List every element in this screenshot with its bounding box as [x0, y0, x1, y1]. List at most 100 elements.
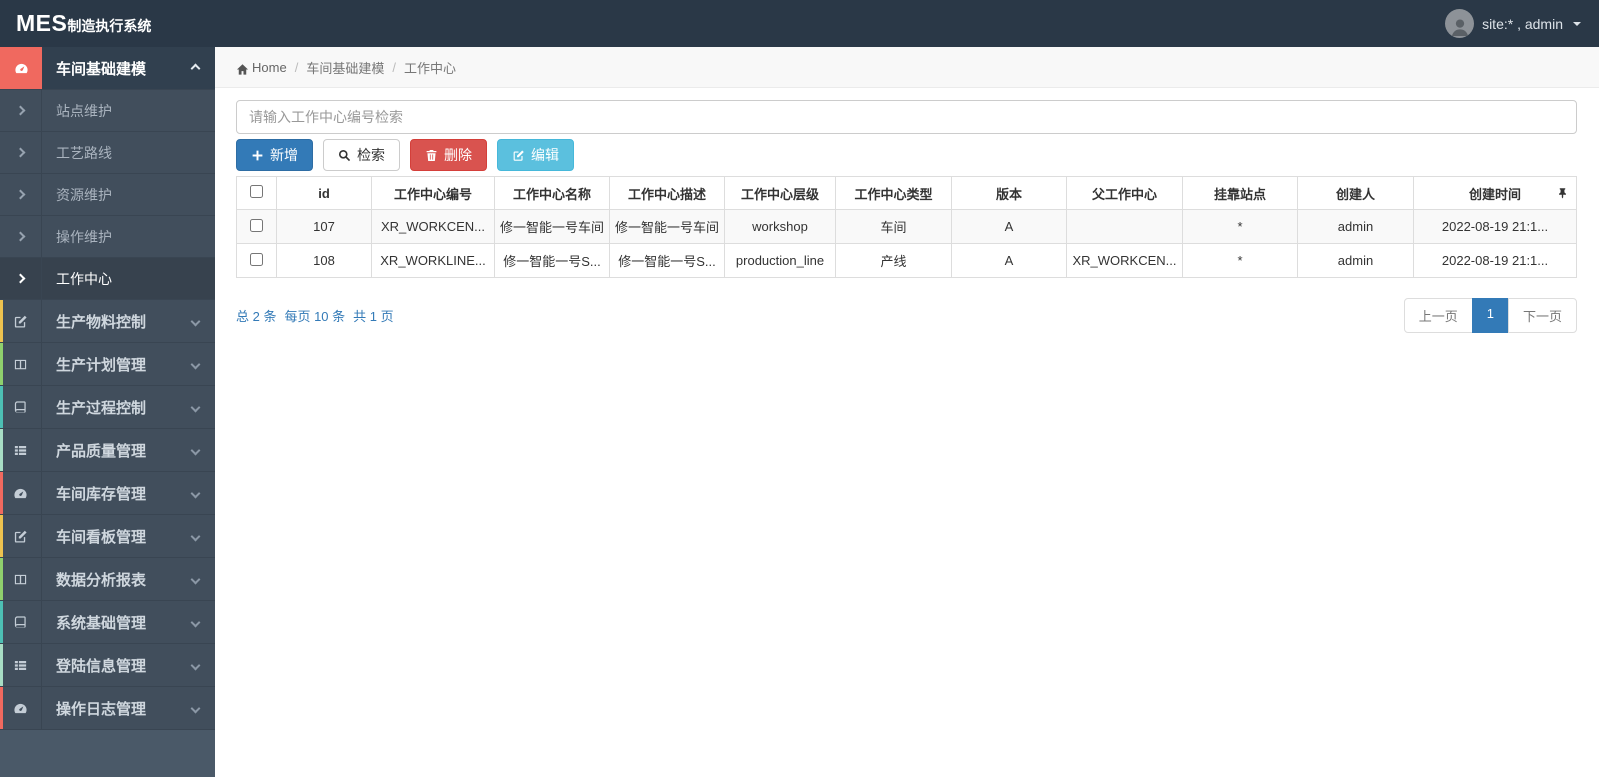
- cell-code: XR_WORKCEN...: [371, 209, 495, 244]
- sidebar-subitem-resource[interactable]: 资源维护: [0, 174, 215, 216]
- user-menu[interactable]: site:* , admin: [1445, 9, 1581, 38]
- angle-right-icon: [0, 174, 42, 215]
- page-size: 每页 10 条: [284, 309, 346, 324]
- cell-parent: XR_WORKCEN...: [1066, 243, 1183, 278]
- angle-right-icon: [0, 216, 42, 257]
- page-count: 共 1 页: [353, 309, 394, 324]
- sidebar-submenu: 站点维护 工艺路线 资源维护 操作维护 工作中心: [0, 90, 215, 300]
- book-icon: [0, 601, 42, 643]
- main-panel: Home / 车间基础建模 / 工作中心 新增 检索: [215, 47, 1599, 777]
- col-header-station[interactable]: 挂靠站点: [1182, 176, 1298, 210]
- sidebar-item-system-management[interactable]: 系统基础管理: [0, 601, 215, 644]
- tachometer-icon: [0, 687, 42, 729]
- app-logo: MES 制造执行系统: [16, 10, 151, 37]
- sidebar-item-analytics-reports[interactable]: 数据分析报表: [0, 558, 215, 601]
- search-input[interactable]: [236, 100, 1577, 134]
- col-header-parent[interactable]: 父工作中心: [1066, 176, 1183, 210]
- chevron-up-icon: [190, 59, 215, 77]
- chevron-down-icon: [190, 355, 215, 373]
- list-icon: [0, 644, 42, 686]
- col-header-code[interactable]: 工作中心编号: [371, 176, 495, 210]
- angle-right-icon: [0, 132, 42, 173]
- breadcrumb-separator: /: [392, 59, 396, 75]
- col-header-desc[interactable]: 工作中心描述: [609, 176, 725, 210]
- table-row[interactable]: 108 XR_WORKLINE... 修一智能一号S... 修一智能一号S...…: [236, 243, 1577, 278]
- pagination: 上一页 1 下一页: [1403, 298, 1577, 333]
- chevron-down-icon: [190, 398, 215, 416]
- sidebar-item-workshop-modeling[interactable]: 车间基础建模: [0, 47, 215, 90]
- sidebar-item-label: 车间库存管理: [56, 485, 147, 503]
- table-header-row: id 工作中心编号 工作中心名称 工作中心描述 工作中心层级 工作中心类型 版本…: [236, 176, 1577, 210]
- person-icon: [1451, 19, 1468, 36]
- sidebar-subitem-workcenter[interactable]: 工作中心: [0, 258, 215, 300]
- row-checkbox[interactable]: [250, 218, 263, 232]
- user-avatar: [1445, 9, 1475, 38]
- sidebar-item-label: 车间看板管理: [56, 528, 147, 546]
- select-all-checkbox[interactable]: [250, 185, 263, 198]
- angle-right-icon: [0, 90, 42, 131]
- chevron-down-icon: [190, 441, 215, 459]
- col-header-id[interactable]: id: [276, 176, 372, 210]
- col-header-created[interactable]: 创建时间: [1413, 176, 1577, 210]
- breadcrumb-home-link[interactable]: Home: [236, 60, 287, 75]
- chevron-down-icon: [190, 484, 215, 502]
- sidebar-item-label: 生产过程控制: [56, 399, 147, 417]
- cell-name: 修一智能一号车间: [494, 209, 610, 244]
- col-header-level[interactable]: 工作中心层级: [724, 176, 836, 210]
- sidebar-item-inventory-management[interactable]: 车间库存管理: [0, 472, 215, 515]
- sidebar-item-label: 操作日志管理: [56, 700, 147, 718]
- cell-level: production_line: [724, 243, 836, 278]
- col-header-creator[interactable]: 创建人: [1297, 176, 1414, 210]
- tachometer-icon: [0, 47, 42, 89]
- chevron-down-icon: [190, 613, 215, 631]
- sidebar-item-quality-management[interactable]: 产品质量管理: [0, 429, 215, 472]
- cell-station: *: [1182, 243, 1298, 278]
- sidebar-item-label: 生产物料控制: [56, 313, 147, 331]
- sidebar-subitem-label: 工作中心: [56, 270, 112, 287]
- prev-page-button[interactable]: 上一页: [1403, 298, 1473, 333]
- search-icon: [338, 149, 351, 161]
- cell-creator: admin: [1297, 209, 1414, 244]
- mes-app: MES 制造执行系统 site:* , admin 车间基础建模 站点维护 工艺…: [0, 0, 1599, 777]
- search-button[interactable]: 检索: [323, 139, 400, 171]
- sidebar-subitem-station[interactable]: 站点维护: [0, 90, 215, 132]
- cell-desc: 修一智能一号S...: [609, 243, 725, 278]
- col-header-type[interactable]: 工作中心类型: [835, 176, 952, 210]
- cell-creator: admin: [1297, 243, 1414, 278]
- edit-icon: [0, 515, 42, 557]
- page-1-button[interactable]: 1: [1471, 298, 1509, 333]
- col-header-version[interactable]: 版本: [951, 176, 1067, 210]
- edit-button[interactable]: 编辑: [497, 139, 574, 171]
- pagination-summary: 总 2 条 每页 10 条 共 1 页: [236, 306, 394, 325]
- toolbar: 新增 检索 删除 编辑: [236, 139, 1577, 171]
- next-page-button[interactable]: 下一页: [1507, 298, 1577, 333]
- brand-mes: MES: [16, 10, 68, 36]
- sidebar-subitem-label: 资源维护: [56, 186, 112, 203]
- content-area: 新增 检索 删除 编辑: [215, 88, 1599, 333]
- sidebar-item-plan-management[interactable]: 生产计划管理: [0, 343, 215, 386]
- sidebar-item-process-control[interactable]: 生产过程控制: [0, 386, 215, 429]
- sidebar-subitem-routing[interactable]: 工艺路线: [0, 132, 215, 174]
- delete-button[interactable]: 删除: [410, 139, 487, 171]
- sidebar-item-label: 产品质量管理: [56, 442, 147, 460]
- table-row[interactable]: 107 XR_WORKCEN... 修一智能一号车间 修一智能一号车间 work…: [236, 209, 1577, 244]
- sidebar-item-login-info-management[interactable]: 登陆信息管理: [0, 644, 215, 687]
- select-all-cell: [236, 176, 277, 210]
- cell-code: XR_WORKLINE...: [371, 243, 495, 278]
- sidebar-parent-items: 生产物料控制 生产计划管理 生产过程控制 产品质量管理 车间库存管理 车间看板管…: [0, 300, 215, 730]
- cell-name: 修一智能一号S...: [494, 243, 610, 278]
- breadcrumb-item-current: 工作中心: [403, 60, 456, 76]
- row-checkbox[interactable]: [250, 252, 263, 266]
- edit-icon: [513, 149, 524, 161]
- sidebar-subitem-operation[interactable]: 操作维护: [0, 216, 215, 258]
- cell-version: A: [951, 243, 1067, 278]
- brand-subtitle: 制造执行系统: [67, 18, 152, 34]
- chevron-down-icon: [190, 699, 215, 717]
- sidebar-item-kanban-management[interactable]: 车间看板管理: [0, 515, 215, 558]
- cell-type: 车间: [835, 209, 952, 244]
- sidebar-item-material-control[interactable]: 生产物料控制: [0, 300, 215, 343]
- add-button[interactable]: 新增: [236, 139, 313, 171]
- col-header-name[interactable]: 工作中心名称: [494, 176, 610, 210]
- sidebar-item-operation-log-management[interactable]: 操作日志管理: [0, 687, 215, 730]
- cell-level: workshop: [724, 209, 836, 244]
